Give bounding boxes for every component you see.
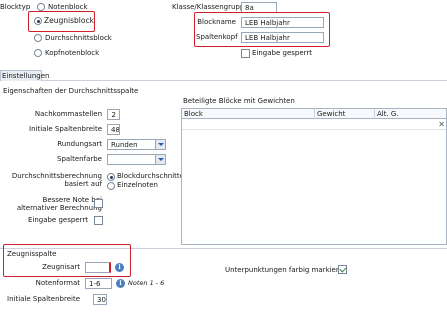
blockname-label: Blockname: [197, 18, 236, 26]
notenformat-field[interactable]: 1-6: [85, 278, 112, 289]
radio-notenblock[interactable]: [37, 3, 45, 11]
radio-blockdurchschnitten[interactable]: [107, 173, 115, 181]
radio-einzelnoten-label: Einzelnoten: [117, 181, 158, 189]
close-icon[interactable]: ✕: [438, 120, 445, 129]
col-block[interactable]: Block: [184, 110, 203, 118]
radio-durchschnittsblock-label: Durchschnittsblock: [45, 34, 112, 42]
berechnung-label-1: Durchschnittsberechnung: [11, 172, 102, 180]
col-divider-2: [374, 109, 375, 119]
bloecke-header: Block Gewicht Alt. G.: [182, 109, 446, 119]
klasse-label: Klasse/Klassengruppe: [172, 3, 249, 11]
zeugnisspalte-title: Zeugnisspalte: [7, 250, 57, 258]
radio-zeugnisblock[interactable]: [34, 17, 42, 25]
bessere-note-label-1: Bessere Note bei: [42, 196, 102, 204]
col-alt-g[interactable]: Alt. G.: [377, 110, 399, 118]
chevron-down-icon[interactable]: [155, 155, 165, 164]
nachkommastellen-field[interactable]: 2: [107, 109, 120, 120]
notenformat-hint: Noten 1 - 6: [128, 279, 165, 287]
initiale-spaltenbreite-field[interactable]: 48: [107, 124, 120, 135]
eingabe-gesperrt-mid-checkbox[interactable]: [94, 216, 103, 225]
chevron-down-icon[interactable]: [155, 140, 165, 149]
spaltenkopf-label: Spaltenkopf: [196, 33, 238, 41]
radio-notenblock-label: Notenblock: [48, 3, 88, 11]
nachkommastellen-label: Nachkommastellen: [34, 110, 102, 118]
col-divider-1: [314, 109, 315, 119]
zeugnis-spaltenbreite-field[interactable]: 30: [93, 294, 107, 305]
zeugnis-spaltenbreite-label: Initiale Spaltenbreite: [7, 295, 80, 303]
spaltenkopf-field[interactable]: LEB Halbjahr: [241, 32, 324, 43]
zeugnisart-label: Zeugnisart: [42, 263, 80, 271]
initiale-spaltenbreite-label: Initiale Spaltenbreite: [29, 125, 102, 133]
eingabe-gesperrt-mid-label: Eingabe gesperrt: [27, 216, 88, 224]
spaltenfarbe-label: Spaltenfarbe: [57, 155, 102, 163]
eingabe-gesperrt-top-checkbox[interactable]: [241, 49, 250, 58]
unterpunktungen-checkbox[interactable]: [338, 265, 347, 274]
notenformat-label: Notenformat: [35, 279, 80, 287]
eingabe-gesperrt-top-label: Eingabe gesperrt: [252, 49, 313, 57]
blocktyp-label: Blocktyp: [0, 3, 31, 11]
rundungsart-label: Rundungsart: [57, 140, 102, 148]
section-title: Eigenschaften der Durchschnittsspalte: [3, 87, 139, 95]
berechnung-label-2: basiert auf: [64, 180, 102, 188]
radio-kopfnotenblock-label: Kopfnotenblock: [45, 49, 100, 57]
col-gewicht[interactable]: Gewicht: [317, 110, 345, 118]
spaltenfarbe-select[interactable]: [107, 154, 166, 165]
zeugnisart-field[interactable]: [85, 262, 111, 273]
bessere-note-checkbox[interactable]: [94, 199, 103, 208]
blockname-field[interactable]: LEB Halbjahr: [241, 17, 324, 28]
tab-einstellungen-label: Einstellungen: [2, 72, 50, 80]
unterpunktungen-label: Unterpunktungen farbig markieren: [225, 266, 348, 274]
rundungsart-select[interactable]: Runden: [107, 139, 166, 150]
radio-zeugnisblock-label: Zeugnisblock: [44, 16, 94, 25]
radio-einzelnoten[interactable]: [107, 182, 115, 190]
highlight-zeugnisspalte: [3, 244, 131, 277]
bloecke-table[interactable]: Block Gewicht Alt. G. ✕: [181, 108, 447, 245]
rundungsart-value: Runden: [111, 141, 138, 149]
zeugnisart-info-icon[interactable]: i: [115, 263, 124, 272]
notenformat-info-icon[interactable]: i: [116, 279, 125, 288]
radio-blockdurchschnitten-label: Blockdurchschnitten: [117, 172, 189, 180]
bloecke-empty-row[interactable]: [182, 120, 446, 130]
radio-durchschnittsblock[interactable]: [34, 34, 42, 42]
tab-bar-line: [0, 80, 447, 81]
bloecke-title: Beteiligte Blöcke mit Gewichten: [183, 97, 295, 105]
bessere-note-label-2: alternativer Berechnung: [16, 204, 102, 212]
radio-kopfnotenblock[interactable]: [34, 49, 42, 57]
